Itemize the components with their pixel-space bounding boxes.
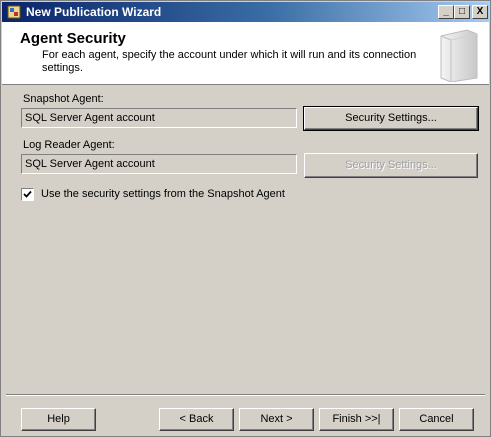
checkmark-icon — [23, 190, 32, 198]
log-reader-agent-label: Log Reader Agent: — [23, 139, 115, 151]
snapshot-agent-label: Snapshot Agent: — [23, 93, 104, 105]
help-button[interactable]: Help — [21, 408, 96, 431]
page-description: For each agent, specify the account unde… — [42, 49, 417, 74]
back-button[interactable]: < Back — [159, 408, 234, 431]
use-snapshot-settings-label[interactable]: Use the security settings from the Snaps… — [41, 188, 285, 200]
snapshot-security-settings-button[interactable]: Security Settings... — [303, 106, 479, 131]
title-bar[interactable]: New Publication Wizard _ □ X — [2, 2, 489, 22]
cancel-button[interactable]: Cancel — [399, 408, 474, 431]
wizard-banner-icon — [433, 26, 483, 83]
window-title: New Publication Wizard — [26, 5, 162, 19]
log-reader-agent-account-field: SQL Server Agent account — [21, 154, 297, 174]
use-snapshot-settings-checkbox[interactable] — [21, 188, 34, 201]
log-reader-security-settings-button[interactable]: Security Settings... — [304, 153, 478, 178]
wizard-header: Agent Security For each agent, specify t… — [2, 22, 489, 85]
footer-separator — [6, 394, 485, 396]
minimize-button[interactable]: _ — [438, 5, 454, 19]
next-button[interactable]: Next > — [239, 408, 314, 431]
wizard-app-icon — [7, 5, 21, 19]
page-title: Agent Security — [20, 30, 126, 47]
finish-button[interactable]: Finish >>| — [319, 408, 394, 431]
close-button[interactable]: X — [472, 5, 488, 19]
snapshot-agent-account-field: SQL Server Agent account — [21, 108, 297, 128]
wizard-window: New Publication Wizard _ □ X Agent Secur… — [0, 0, 491, 437]
maximize-button[interactable]: □ — [454, 5, 470, 19]
